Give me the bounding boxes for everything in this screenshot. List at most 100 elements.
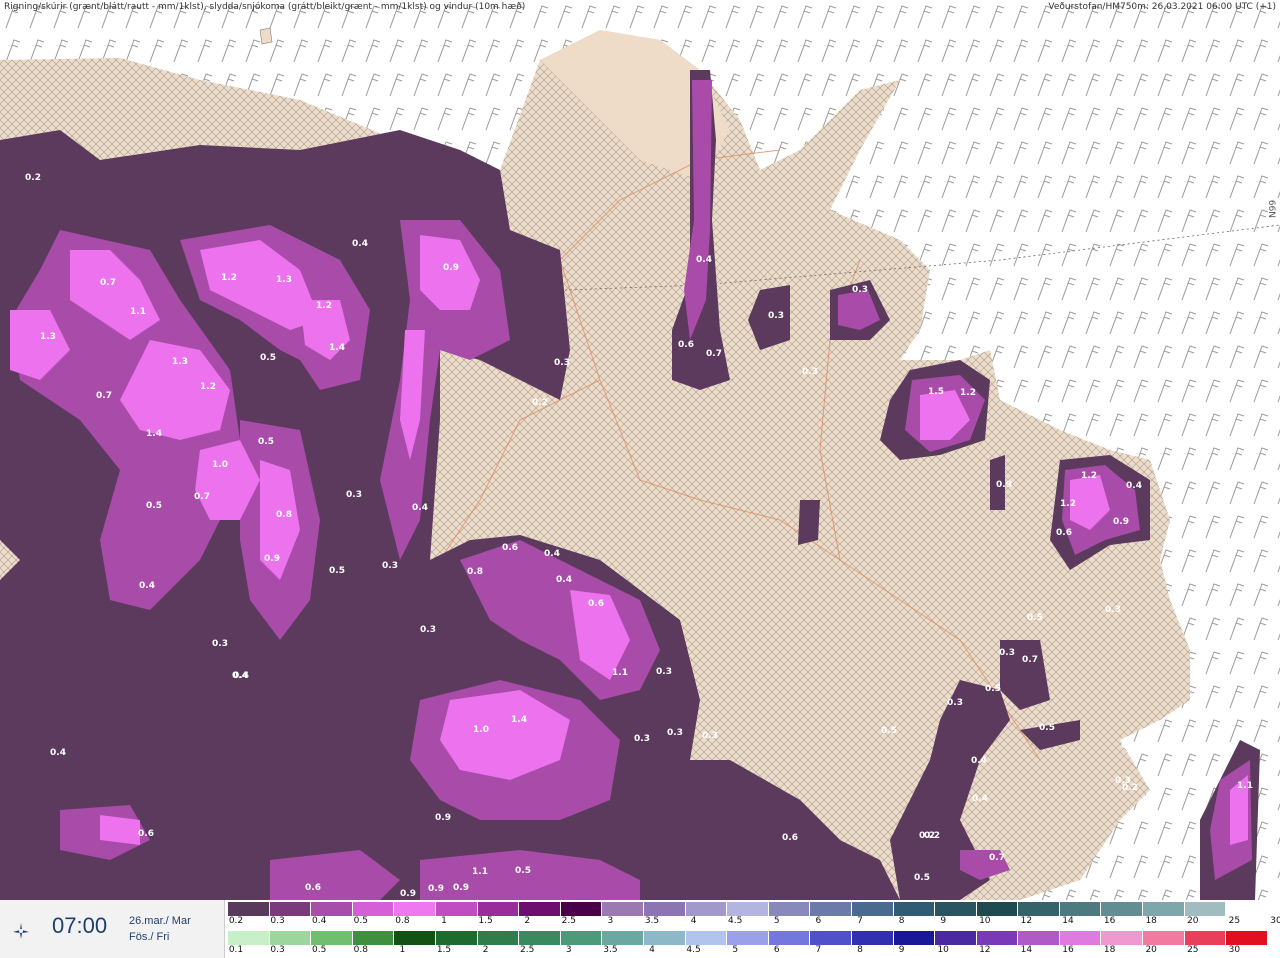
precip-value-label: 1.1 [472, 867, 488, 877]
scale-tick-label: 10 [937, 945, 949, 955]
precip-value-label: 1.2 [1081, 471, 1097, 481]
scale-swatch [643, 931, 686, 945]
scale-tick-label: 25 [1187, 945, 1199, 955]
scale-tick-label: 5 [732, 945, 739, 955]
scale-swatch [976, 902, 1019, 916]
precip-value-label: 0.9 [453, 883, 469, 893]
scale-tick-label: 0.4 [312, 916, 327, 926]
scale-tick-label: 4.5 [728, 916, 743, 926]
scale-tick-label: 6 [815, 916, 822, 926]
precip-value-label: 0.7 [1022, 655, 1038, 665]
scale-tick-label: 0.2 [228, 916, 244, 926]
precip-value-label: 1.1 [612, 668, 628, 678]
scale-swatch [1143, 931, 1185, 945]
precip-value-label: 1.2 [316, 301, 332, 311]
scale-tick-label: 1 [399, 945, 406, 955]
precip-value-label: 0.5 [258, 437, 274, 447]
precip-value-label: 1.1 [130, 307, 146, 317]
forecast-weekday: Fös./ Fri [129, 931, 170, 943]
precip-value-label: 0.4 [972, 794, 988, 804]
scale-swatch [602, 902, 644, 916]
scale-swatch [477, 931, 520, 945]
model-run-info: Veðurstofan/HM750m: 26.03.2021 06:00 UTC… [1048, 2, 1276, 12]
precip-value-label: 1.4 [329, 343, 345, 353]
scale-tick-label: 4.5 [686, 945, 701, 955]
scale-swatch [352, 931, 395, 945]
precip-value-label: 0.9 [400, 889, 416, 899]
scale-swatch [477, 902, 520, 916]
scale-tick-label: 20 [1145, 945, 1157, 955]
precip-value-label: 0.6 [588, 599, 604, 609]
scale-swatch [935, 902, 977, 916]
precip-value-label: 1.1 [1237, 781, 1253, 791]
scale-swatch [893, 902, 936, 916]
precip-value-label: 0.6 [502, 543, 518, 553]
precip-value-label: 1.4 [146, 429, 162, 439]
precip-value-label: 0.2 [919, 831, 935, 841]
precip-value-label: 0.9 [428, 884, 444, 894]
scale-tick-label: 1.5 [478, 916, 493, 926]
scale-tick-label: 7 [815, 945, 822, 955]
precip-value-label: 0.6 [1056, 528, 1072, 538]
precip-value-label: 1.4 [511, 715, 527, 725]
weather-map[interactable]: 0.2 0.4 0.9 1.3 0.7 1.1 1.2 1.3 1.2 1.4 0.5 1.3 1.2 0… [0, 0, 1280, 900]
scale-swatch [1101, 902, 1144, 916]
scale-swatch [269, 931, 312, 945]
precip-value-label: 0.6 [305, 883, 321, 893]
scale-tick-label: 2.5 [561, 916, 576, 926]
scale-tick-label: 2 [482, 945, 489, 955]
latitude-label: 66N [1266, 199, 1276, 218]
scale-tick-label: 16 [1103, 916, 1116, 926]
time-panel: 07:00 26.mar./ Mar Fös./ Fri [0, 900, 225, 958]
scale-tick-label: 4 [690, 916, 697, 926]
precip-value-label: 0.2 [1122, 783, 1138, 793]
scale-swatch [643, 902, 686, 916]
scale-tick-label: 1 [441, 916, 447, 926]
precip-value-label: 1.3 [172, 357, 188, 367]
precip-value-label: 0.6 [782, 833, 798, 843]
precip-value-label: 0.3 [634, 734, 650, 744]
scale-swatch [1018, 931, 1060, 945]
scale-tick-label: 0.8 [353, 945, 368, 955]
scale-swatch [1059, 931, 1102, 945]
scale-swatch [851, 902, 894, 916]
scale-tick-label: 16 [1062, 945, 1074, 955]
scale-swatch [394, 931, 436, 945]
scale-swatch [352, 902, 395, 916]
precip-value-label: 0.5 [1027, 613, 1043, 623]
precip-value-label: 1.3 [40, 332, 56, 342]
scale-tick-label: 3 [607, 916, 614, 926]
scale-swatch [519, 902, 561, 916]
precip-value-label: 0.3 [656, 667, 672, 677]
plane-icon [13, 923, 29, 939]
precip-value-label: 0.3 [212, 639, 228, 649]
precip-value-label: 0.3 [420, 625, 436, 635]
scale-swatch [1143, 902, 1185, 916]
scale-tick-label: 7 [857, 916, 863, 926]
precip-value-label: 0.5 [329, 566, 345, 576]
scale-tick-label: 0.1 [228, 945, 244, 955]
scale-tick-label: 8 [857, 945, 863, 955]
precip-value-label: 0.3 [802, 367, 818, 377]
precip-value-label: 0.5 [146, 501, 162, 511]
scale-tick-label: 5 [773, 916, 780, 926]
precip-value-label: 1.0 [473, 725, 489, 735]
precip-value-label: 0.7 [100, 278, 116, 288]
precip-value-label: 0.2 [532, 398, 548, 408]
footer: 07:00 26.mar./ Mar Fös./ Fri 0.2 0.3 0.4 0.… [0, 900, 1280, 958]
scale-swatch [810, 902, 852, 916]
precip-value-label: 0.5 [260, 353, 276, 363]
scale-swatch [1059, 902, 1102, 916]
scale-tick-label: 8 [898, 916, 905, 926]
precip-value-label: 1.2 [960, 388, 976, 398]
precip-value-label: 0.3 [554, 358, 570, 368]
precip-value-label: 0.3 [999, 648, 1015, 658]
precip-value-label: 1.2 [1060, 499, 1076, 509]
precip-value-label: 1.2 [200, 382, 216, 392]
scale-swatch [1184, 931, 1227, 945]
precip-value-label: 0.9 [435, 813, 451, 823]
scale-tick-label: 3.5 [603, 945, 618, 955]
scale-tick-label: 30 [1270, 916, 1280, 926]
scale-tick-label: 9 [898, 945, 905, 955]
precip-value-label: 0.5 [881, 726, 897, 736]
